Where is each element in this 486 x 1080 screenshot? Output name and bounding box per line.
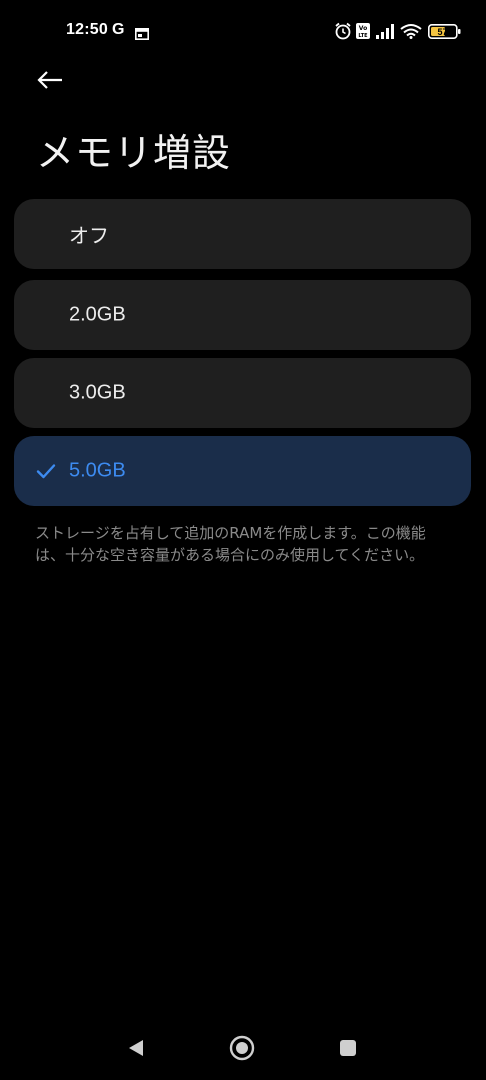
- wifi-icon: [400, 23, 422, 43]
- svg-text:LTE: LTE: [358, 33, 368, 39]
- option-2gb[interactable]: 2.0GB: [14, 280, 471, 350]
- navigation-bar: [0, 1020, 486, 1080]
- nav-back-icon: [126, 1038, 146, 1062]
- option-label: 2.0GB: [69, 303, 126, 326]
- nav-home-button[interactable]: [222, 1030, 262, 1070]
- option-off[interactable]: オフ: [14, 199, 471, 269]
- option-label: オフ: [69, 225, 109, 248]
- nav-back-button[interactable]: [116, 1030, 156, 1070]
- battery-level: 57: [437, 27, 447, 37]
- nav-recents-icon: [339, 1039, 357, 1061]
- status-icons: Vo LTE 57: [334, 22, 464, 42]
- option-label: 3.0GB: [69, 381, 126, 404]
- status-bar: 12:50 G Vo LTE 57: [0, 0, 486, 64]
- svg-text:Vo: Vo: [359, 25, 367, 32]
- alarm-icon: [334, 22, 352, 44]
- checkmark-icon: [36, 461, 56, 481]
- back-arrow-icon: [36, 70, 64, 94]
- description-text: ストレージを占有して追加のRAMを作成します。この機能は、十分な空き容量がある場…: [35, 524, 426, 564]
- option-5gb[interactable]: 5.0GB: [14, 436, 471, 506]
- signal-icon: [376, 24, 396, 43]
- page-title: メモリ増設: [36, 131, 232, 175]
- google-g-icon: G: [112, 21, 125, 38]
- battery-icon: 57: [428, 24, 462, 43]
- back-button[interactable]: [28, 62, 72, 102]
- nav-home-icon: [229, 1035, 255, 1065]
- option-3gb[interactable]: 3.0GB: [14, 358, 471, 428]
- option-label: 5.0GB: [69, 459, 126, 482]
- volte-icon: Vo LTE: [356, 23, 370, 43]
- status-time: 12:50: [66, 21, 108, 38]
- calendar-icon: [135, 25, 149, 44]
- nav-recents-button[interactable]: [328, 1030, 368, 1070]
